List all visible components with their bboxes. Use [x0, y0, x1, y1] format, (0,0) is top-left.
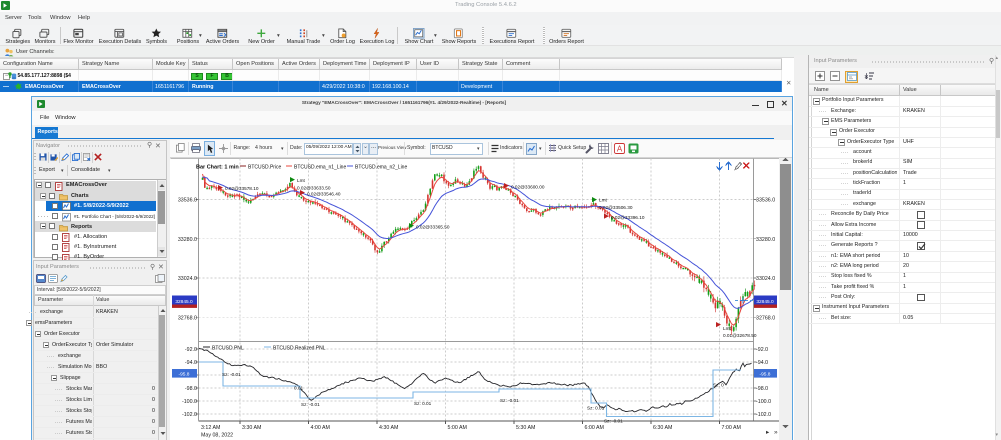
svg-text:5:30 AM: 5:30 AM — [516, 425, 535, 431]
svg-text:May 08, 2022: May 08, 2022 — [201, 433, 233, 439]
svg-text:0.02@33578.10: 0.02@33578.10 — [225, 186, 259, 191]
svg-text:6:30 AM: 6:30 AM — [653, 425, 672, 431]
svg-text:-102.0: -102.0 — [182, 412, 197, 418]
svg-text:33024.0: 33024.0 — [756, 276, 775, 282]
svg-text:Sz: 0.01: Sz: 0.01 — [414, 401, 432, 406]
svg-text:-102.0: -102.0 — [756, 412, 771, 418]
svg-text:-100.0: -100.0 — [756, 399, 771, 405]
svg-text:7:00 AM: 7:00 AM — [722, 425, 741, 431]
svg-text:BTCUSD.Price: BTCUSD.Price — [248, 165, 282, 171]
svg-text:BTCUSD.ema_n2_Line: BTCUSD.ema_n2_Line — [355, 165, 407, 171]
svg-text:BTCUSD.Realized PNL: BTCUSD.Realized PNL — [273, 346, 326, 352]
svg-text:Lmt: Lmt — [723, 326, 732, 331]
svg-text:4:30 AM: 4:30 AM — [379, 425, 398, 431]
svg-text:Bar Chart: 1 min: Bar Chart: 1 min — [196, 165, 239, 171]
svg-text:↡: ↡ — [863, 72, 870, 81]
svg-text:Lmt: Lmt — [599, 198, 608, 203]
svg-text:BTCUSD.ema_n1_Line: BTCUSD.ema_n1_Line — [294, 165, 346, 171]
svg-text:Lmt: Lmt — [297, 178, 306, 183]
svg-text:-98.0: -98.0 — [756, 386, 768, 392]
svg-text:0.02@33506.30: 0.02@33506.30 — [599, 205, 633, 210]
svg-text:33024.0: 33024.0 — [178, 276, 197, 282]
svg-text:0.01@32678.50: 0.01@32678.50 — [723, 333, 757, 338]
svg-text:33280.0: 33280.0 — [178, 237, 197, 243]
svg-text:BTCUSD.PNL: BTCUSD.PNL — [212, 346, 244, 352]
svg-text:4:00 AM: 4:00 AM — [311, 425, 330, 431]
svg-text:-92.0: -92.0 — [756, 347, 768, 353]
svg-text:-98.0: -98.0 — [185, 386, 197, 392]
svg-text:0.02@33600.00: 0.02@33600.00 — [511, 185, 545, 190]
svg-text:Sz: -0.01: Sz: -0.01 — [604, 419, 623, 424]
svg-text:0.02@33365.50: 0.02@33365.50 — [416, 225, 450, 230]
svg-text:3:12 AM: 3:12 AM — [201, 425, 220, 431]
svg-text:Sz: -0.01: Sz: -0.01 — [301, 402, 320, 407]
svg-text:32768.0: 32768.0 — [178, 316, 197, 322]
svg-text:-94.0: -94.0 — [185, 360, 197, 366]
svg-text:-95.8: -95.8 — [760, 372, 771, 378]
svg-text:»: » — [774, 429, 778, 436]
svg-text:33536.0: 33536.0 — [178, 198, 197, 204]
svg-text:Sz: -0.01: Sz: -0.01 — [500, 398, 519, 403]
svg-text:-95.8: -95.8 — [179, 372, 190, 378]
svg-text:A: A — [617, 144, 623, 153]
svg-text:6:00 AM: 6:00 AM — [585, 425, 604, 431]
svg-text:-94.0: -94.0 — [756, 360, 768, 366]
svg-text:Sz: -0.01: Sz: -0.01 — [222, 372, 241, 377]
svg-text:33536.0: 33536.0 — [756, 198, 775, 204]
svg-text:0.02@33546.40: 0.02@33546.40 — [307, 192, 341, 197]
svg-text:0.02@33633.50: 0.02@33633.50 — [297, 186, 331, 191]
svg-text:32845.0: 32845.0 — [756, 299, 774, 305]
svg-text:0.02@33396.10: 0.02@33396.10 — [611, 215, 645, 220]
svg-text:32845.0: 32845.0 — [175, 299, 193, 305]
svg-text:Sz: 0.01: Sz: 0.01 — [587, 406, 605, 411]
svg-text:-100.0: -100.0 — [182, 399, 197, 405]
svg-text:0.01: 0.01 — [294, 386, 304, 391]
svg-text:Sz: 0: Sz: 0 — [713, 383, 724, 388]
svg-text:33280.0: 33280.0 — [756, 237, 775, 243]
svg-text:-92.0: -92.0 — [185, 347, 197, 353]
svg-text:3:30 AM: 3:30 AM — [242, 425, 261, 431]
svg-text:5:00 AM: 5:00 AM — [448, 425, 467, 431]
svg-text:32768.0: 32768.0 — [756, 316, 775, 322]
